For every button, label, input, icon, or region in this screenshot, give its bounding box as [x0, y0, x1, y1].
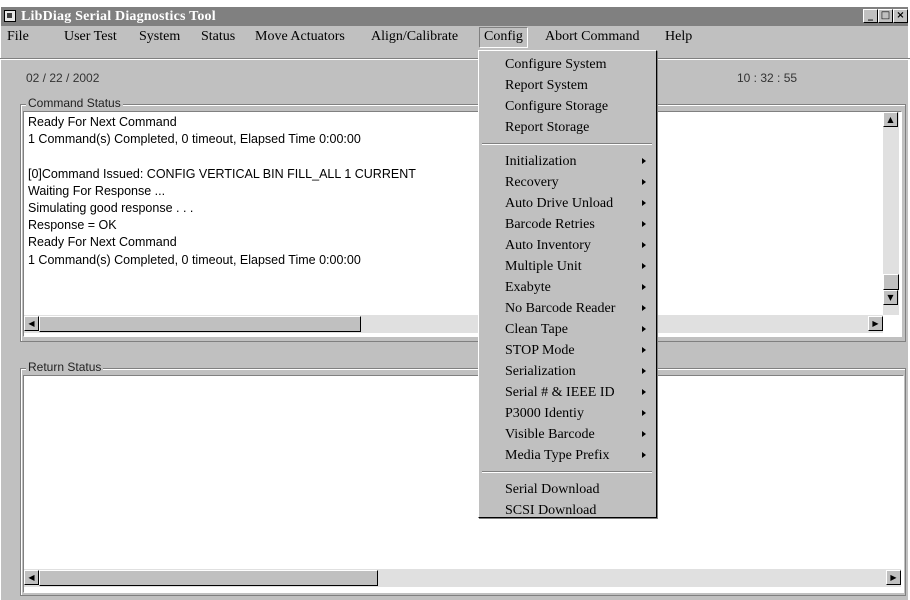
menu-divider: [482, 143, 652, 145]
date-display: 02 / 22 / 2002: [26, 71, 100, 85]
submenu-arrow-icon: [642, 347, 646, 353]
submenu-arrow-icon: [642, 221, 646, 227]
menu-separator: [0, 58, 910, 60]
submenu-arrow-icon: [642, 179, 646, 185]
arrow-down-icon: ▼: [887, 293, 894, 302]
window-title: LibDiag Serial Diagnostics Tool: [21, 9, 216, 24]
menu-status[interactable]: Status: [197, 27, 239, 46]
time-display: 10 : 32 : 55: [737, 71, 798, 85]
config-item-p3000-identiy[interactable]: P3000 Identiy: [505, 403, 584, 424]
command-status-label: Command Status: [26, 96, 123, 110]
submenu-arrow-icon: [642, 158, 646, 164]
menu-bar: File User Test System Status Move Actuat…: [1, 26, 908, 48]
config-item-visible-barcode[interactable]: Visible Barcode: [505, 424, 595, 445]
config-item-exabyte[interactable]: Exabyte: [505, 277, 551, 298]
maximize-button[interactable]: □: [878, 9, 893, 23]
submenu-arrow-icon: [642, 368, 646, 374]
arrow-left-icon: ◀: [28, 573, 35, 582]
menu-move-actuators[interactable]: Move Actuators: [251, 27, 349, 46]
config-item-report-system[interactable]: Report System: [505, 75, 588, 96]
menu-divider: [482, 471, 652, 473]
config-item-no-barcode-reader[interactable]: No Barcode Reader: [505, 298, 615, 319]
menu-config[interactable]: Config: [479, 27, 528, 48]
config-item-stop-mode[interactable]: STOP Mode: [505, 340, 575, 361]
config-item-serial-ieee-id[interactable]: Serial # & IEEE ID: [505, 382, 615, 403]
arrow-right-icon: ▶: [872, 319, 879, 328]
horizontal-scrollbar[interactable]: ◀ ▶: [24, 315, 883, 333]
config-item-barcode-retries[interactable]: Barcode Retries: [505, 214, 595, 235]
app-icon: [4, 10, 16, 22]
submenu-arrow-icon: [642, 200, 646, 206]
config-item-multiple-unit[interactable]: Multiple Unit: [505, 256, 582, 277]
config-item-media-type-prefix[interactable]: Media Type Prefix: [505, 445, 610, 466]
log-line: 1 Command(s) Completed, 0 timeout, Elaps…: [28, 132, 361, 147]
vertical-scroll-thumb[interactable]: [883, 274, 899, 290]
log-line: 1 Command(s) Completed, 0 timeout, Elaps…: [28, 252, 361, 267]
arrow-left-icon: ◀: [28, 319, 35, 328]
submenu-arrow-icon: [642, 389, 646, 395]
submenu-arrow-icon: [642, 410, 646, 416]
submenu-arrow-icon: [642, 305, 646, 311]
submenu-arrow-icon: [642, 284, 646, 290]
return-scroll-right-button[interactable]: ▶: [886, 570, 901, 585]
config-item-configure-system[interactable]: Configure System: [505, 54, 607, 75]
arrow-right-icon: ▶: [890, 573, 897, 582]
scroll-down-button[interactable]: ▼: [883, 290, 898, 305]
scroll-right-button[interactable]: ▶: [868, 316, 883, 331]
menu-abort-command[interactable]: Abort Command: [541, 27, 644, 46]
submenu-arrow-icon: [642, 431, 646, 437]
return-status-panel[interactable]: ◀ ▶: [23, 375, 904, 593]
return-horizontal-scrollbar[interactable]: ◀ ▶: [24, 569, 901, 587]
vertical-scrollbar[interactable]: ▲ ▼: [883, 112, 899, 315]
config-dropdown-menu: Configure System Report System Configure S…: [478, 50, 657, 518]
menu-help[interactable]: Help: [661, 27, 696, 46]
menu-system[interactable]: System: [135, 27, 184, 46]
log-line: Ready For Next Command: [28, 235, 177, 250]
log-line: Response = OK: [28, 218, 117, 233]
config-item-recovery[interactable]: Recovery: [505, 172, 559, 193]
close-button[interactable]: ×: [893, 9, 908, 23]
return-scroll-left-button[interactable]: ◀: [24, 570, 39, 585]
config-item-configure-storage[interactable]: Configure Storage: [505, 96, 608, 117]
scroll-up-button[interactable]: ▲: [883, 112, 898, 127]
scroll-left-button[interactable]: ◀: [24, 316, 39, 331]
config-item-scsi-download[interactable]: SCSI Download: [505, 500, 596, 521]
menu-align-calibrate[interactable]: Align/Calibrate: [367, 27, 462, 46]
config-item-auto-drive-unload[interactable]: Auto Drive Unload: [505, 193, 613, 214]
submenu-arrow-icon: [642, 452, 646, 458]
return-status-label: Return Status: [26, 360, 104, 374]
log-line: Ready For Next Command: [28, 115, 177, 129]
return-horizontal-scroll-thumb[interactable]: [39, 570, 378, 586]
command-status-text: Ready For Next Command 1 Command(s) Compl…: [28, 114, 416, 269]
command-status-log[interactable]: Ready For Next Command 1 Command(s) Compl…: [23, 111, 902, 337]
minimize-button[interactable]: _: [863, 9, 878, 23]
submenu-arrow-icon: [642, 326, 646, 332]
config-item-initialization[interactable]: Initialization: [505, 151, 577, 172]
config-item-auto-inventory[interactable]: Auto Inventory: [505, 235, 591, 256]
arrow-up-icon: ▲: [887, 115, 894, 124]
menu-file[interactable]: File: [3, 27, 33, 46]
horizontal-scroll-thumb[interactable]: [39, 316, 361, 332]
config-item-clean-tape[interactable]: Clean Tape: [505, 319, 568, 340]
config-item-serial-download[interactable]: Serial Download: [505, 479, 599, 500]
log-line: Waiting For Response ...: [28, 183, 166, 198]
config-item-report-storage[interactable]: Report Storage: [505, 117, 589, 138]
menu-user-test[interactable]: User Test: [60, 27, 121, 46]
log-line: [0]Command Issued: CONFIG VERTICAL BIN F…: [28, 166, 416, 181]
submenu-arrow-icon: [642, 263, 646, 269]
title-bar[interactable]: LibDiag Serial Diagnostics Tool _ □ ×: [1, 7, 908, 26]
submenu-arrow-icon: [642, 242, 646, 248]
config-item-serialization[interactable]: Serialization: [505, 361, 576, 382]
log-line: Simulating good response . . .: [28, 200, 194, 215]
